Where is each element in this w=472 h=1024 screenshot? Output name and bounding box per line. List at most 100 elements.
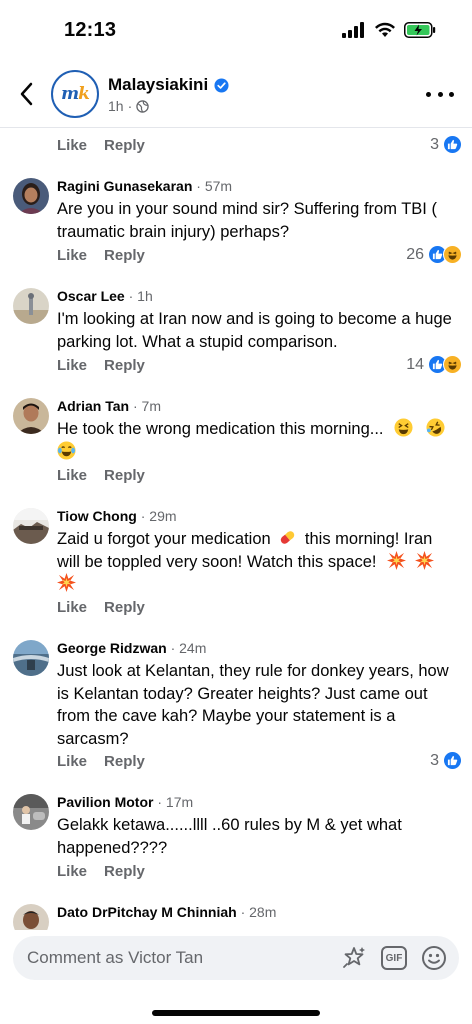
back-button[interactable]	[10, 76, 42, 112]
comment-placeholder: Comment as Victor Tan	[27, 948, 204, 967]
like-button[interactable]: Like	[57, 599, 87, 616]
dot	[437, 91, 443, 97]
commenter-name[interactable]: Oscar Lee	[57, 288, 125, 304]
reply-button[interactable]: Reply	[104, 599, 145, 616]
reply-button[interactable]: Reply	[104, 863, 145, 880]
comment-actions: Like Reply	[57, 753, 145, 770]
comment-header: Tiow Chong · 29m	[57, 508, 177, 524]
commenter-avatar[interactable]	[13, 288, 49, 324]
reaction-summary[interactable]: 14	[406, 355, 462, 374]
commenter-name[interactable]: Ragini Gunasekaran	[57, 178, 192, 194]
like-button[interactable]: Like	[57, 863, 87, 880]
status-icons	[342, 22, 436, 38]
comment-header: Adrian Tan · 7m	[57, 398, 161, 414]
comment-text-content: Zaid u forgot your medication	[57, 530, 271, 548]
comment-actions: Like Reply	[57, 467, 145, 484]
rofl-emoji	[426, 418, 445, 437]
comment-text: He took the wrong medication this mornin…	[57, 418, 459, 463]
status-time: 12:13	[64, 19, 117, 41]
commenter-avatar[interactable]	[13, 640, 49, 676]
reply-button[interactable]: Reply	[104, 467, 145, 484]
cellular-signal-icon	[342, 22, 364, 38]
comment-text: Are you in your sound mind sir? Sufferin…	[57, 200, 437, 241]
collision-emoji	[414, 550, 434, 570]
comment-header: George Ridzwan · 24m	[57, 640, 207, 656]
commenter-avatar[interactable]	[13, 398, 49, 434]
commenter-name[interactable]: George Ridzwan	[57, 640, 167, 656]
like-button[interactable]: Like	[57, 357, 87, 374]
post-header: mk Malaysiakini 1h ·	[0, 62, 472, 128]
like-icon	[443, 135, 462, 154]
like-button[interactable]: Like	[57, 247, 87, 264]
reaction-count: 26	[406, 245, 424, 263]
comment-text: Just look at Kelantan, they rule for don…	[57, 662, 449, 748]
comment-time: 57m	[204, 178, 233, 194]
like-button[interactable]: Like	[57, 753, 87, 770]
like-button[interactable]: Like	[57, 137, 87, 154]
commenter-name[interactable]: Dato DrPitchay M Chinniah	[57, 904, 237, 920]
page-name-label: Malaysiakini	[108, 75, 209, 94]
comment-composer: Comment as Victor Tan GIF	[0, 930, 472, 1024]
status-bar: 12:13	[0, 0, 472, 62]
comment-header: Dato DrPitchay M Chinniah · 28m	[57, 904, 277, 920]
avatar-sticker-icon[interactable]	[341, 945, 367, 971]
comment-header: Pavilion Motor · 17m	[57, 794, 194, 810]
composer-icons: GIF	[341, 945, 447, 971]
laughing-face-emoji	[394, 418, 413, 437]
collision-emoji	[57, 573, 76, 592]
page-name[interactable]: Malaysiakini	[108, 75, 229, 95]
haha-icon	[443, 245, 462, 264]
reaction-count: 14	[406, 355, 424, 373]
commenter-avatar[interactable]	[13, 904, 49, 930]
like-button[interactable]: Like	[57, 467, 87, 484]
comment-time: 28m	[249, 904, 277, 920]
gif-label: GIF	[385, 952, 403, 964]
dot	[426, 91, 431, 97]
comment-actions: Like Reply	[57, 599, 145, 616]
post-meta: 1h ·	[108, 98, 149, 114]
gif-button[interactable]: GIF	[381, 946, 407, 970]
reply-button[interactable]: Reply	[104, 247, 145, 264]
reply-button[interactable]: Reply	[104, 137, 145, 154]
pill-emoji	[278, 528, 297, 547]
comment-header: Ragini Gunasekaran · 57m	[57, 178, 233, 194]
avatar-logo-text: mk	[61, 84, 90, 104]
reaction-summary[interactable]: 3	[430, 751, 462, 770]
more-options-button[interactable]	[426, 84, 454, 104]
comments-list[interactable]: Like Reply 3 Ragini Gunasekaran · 57m Ar…	[0, 128, 472, 930]
battery-charging-icon	[404, 22, 436, 38]
collision-emoji	[387, 550, 407, 570]
comment-actions: Like Reply	[57, 357, 145, 374]
comment-input[interactable]: Comment as Victor Tan GIF	[13, 936, 459, 980]
home-indicator	[152, 1010, 320, 1016]
tears-of-joy-emoji	[57, 440, 76, 460]
wifi-icon	[375, 22, 395, 37]
haha-icon	[443, 355, 462, 374]
comment-text: I'm looking at Iran now and is going to …	[57, 310, 452, 351]
chevron-left-icon	[20, 82, 33, 106]
page-avatar[interactable]: mk	[51, 70, 99, 118]
comment-time: 17m	[165, 794, 194, 810]
comment-actions: Like Reply	[57, 247, 145, 264]
commenter-name[interactable]: Adrian Tan	[57, 398, 129, 414]
commenter-avatar[interactable]	[13, 794, 49, 830]
emoji-picker-icon[interactable]	[421, 945, 447, 971]
commenter-avatar[interactable]	[13, 508, 49, 544]
dot	[449, 91, 454, 97]
reply-button[interactable]: Reply	[104, 357, 145, 374]
comment-time: 29m	[149, 508, 177, 524]
post-time: 1h	[108, 98, 124, 114]
comment-time: 1h	[137, 288, 153, 304]
comment-actions: Like Reply	[57, 137, 145, 154]
comment-text: Zaid u forgot your medication this morni…	[57, 528, 459, 596]
reaction-summary[interactable]: 26	[406, 245, 462, 264]
reaction-count: 3	[430, 751, 439, 769]
commenter-name[interactable]: Pavilion Motor	[57, 794, 153, 810]
comment-time: 24m	[179, 640, 207, 656]
commenter-avatar[interactable]	[13, 178, 49, 214]
verified-badge-icon	[214, 77, 229, 93]
reply-button[interactable]: Reply	[104, 753, 145, 770]
reaction-summary[interactable]: 3	[430, 135, 462, 154]
commenter-name[interactable]: Tiow Chong	[57, 508, 137, 524]
comment-header: Oscar Lee · 1h	[57, 288, 153, 304]
